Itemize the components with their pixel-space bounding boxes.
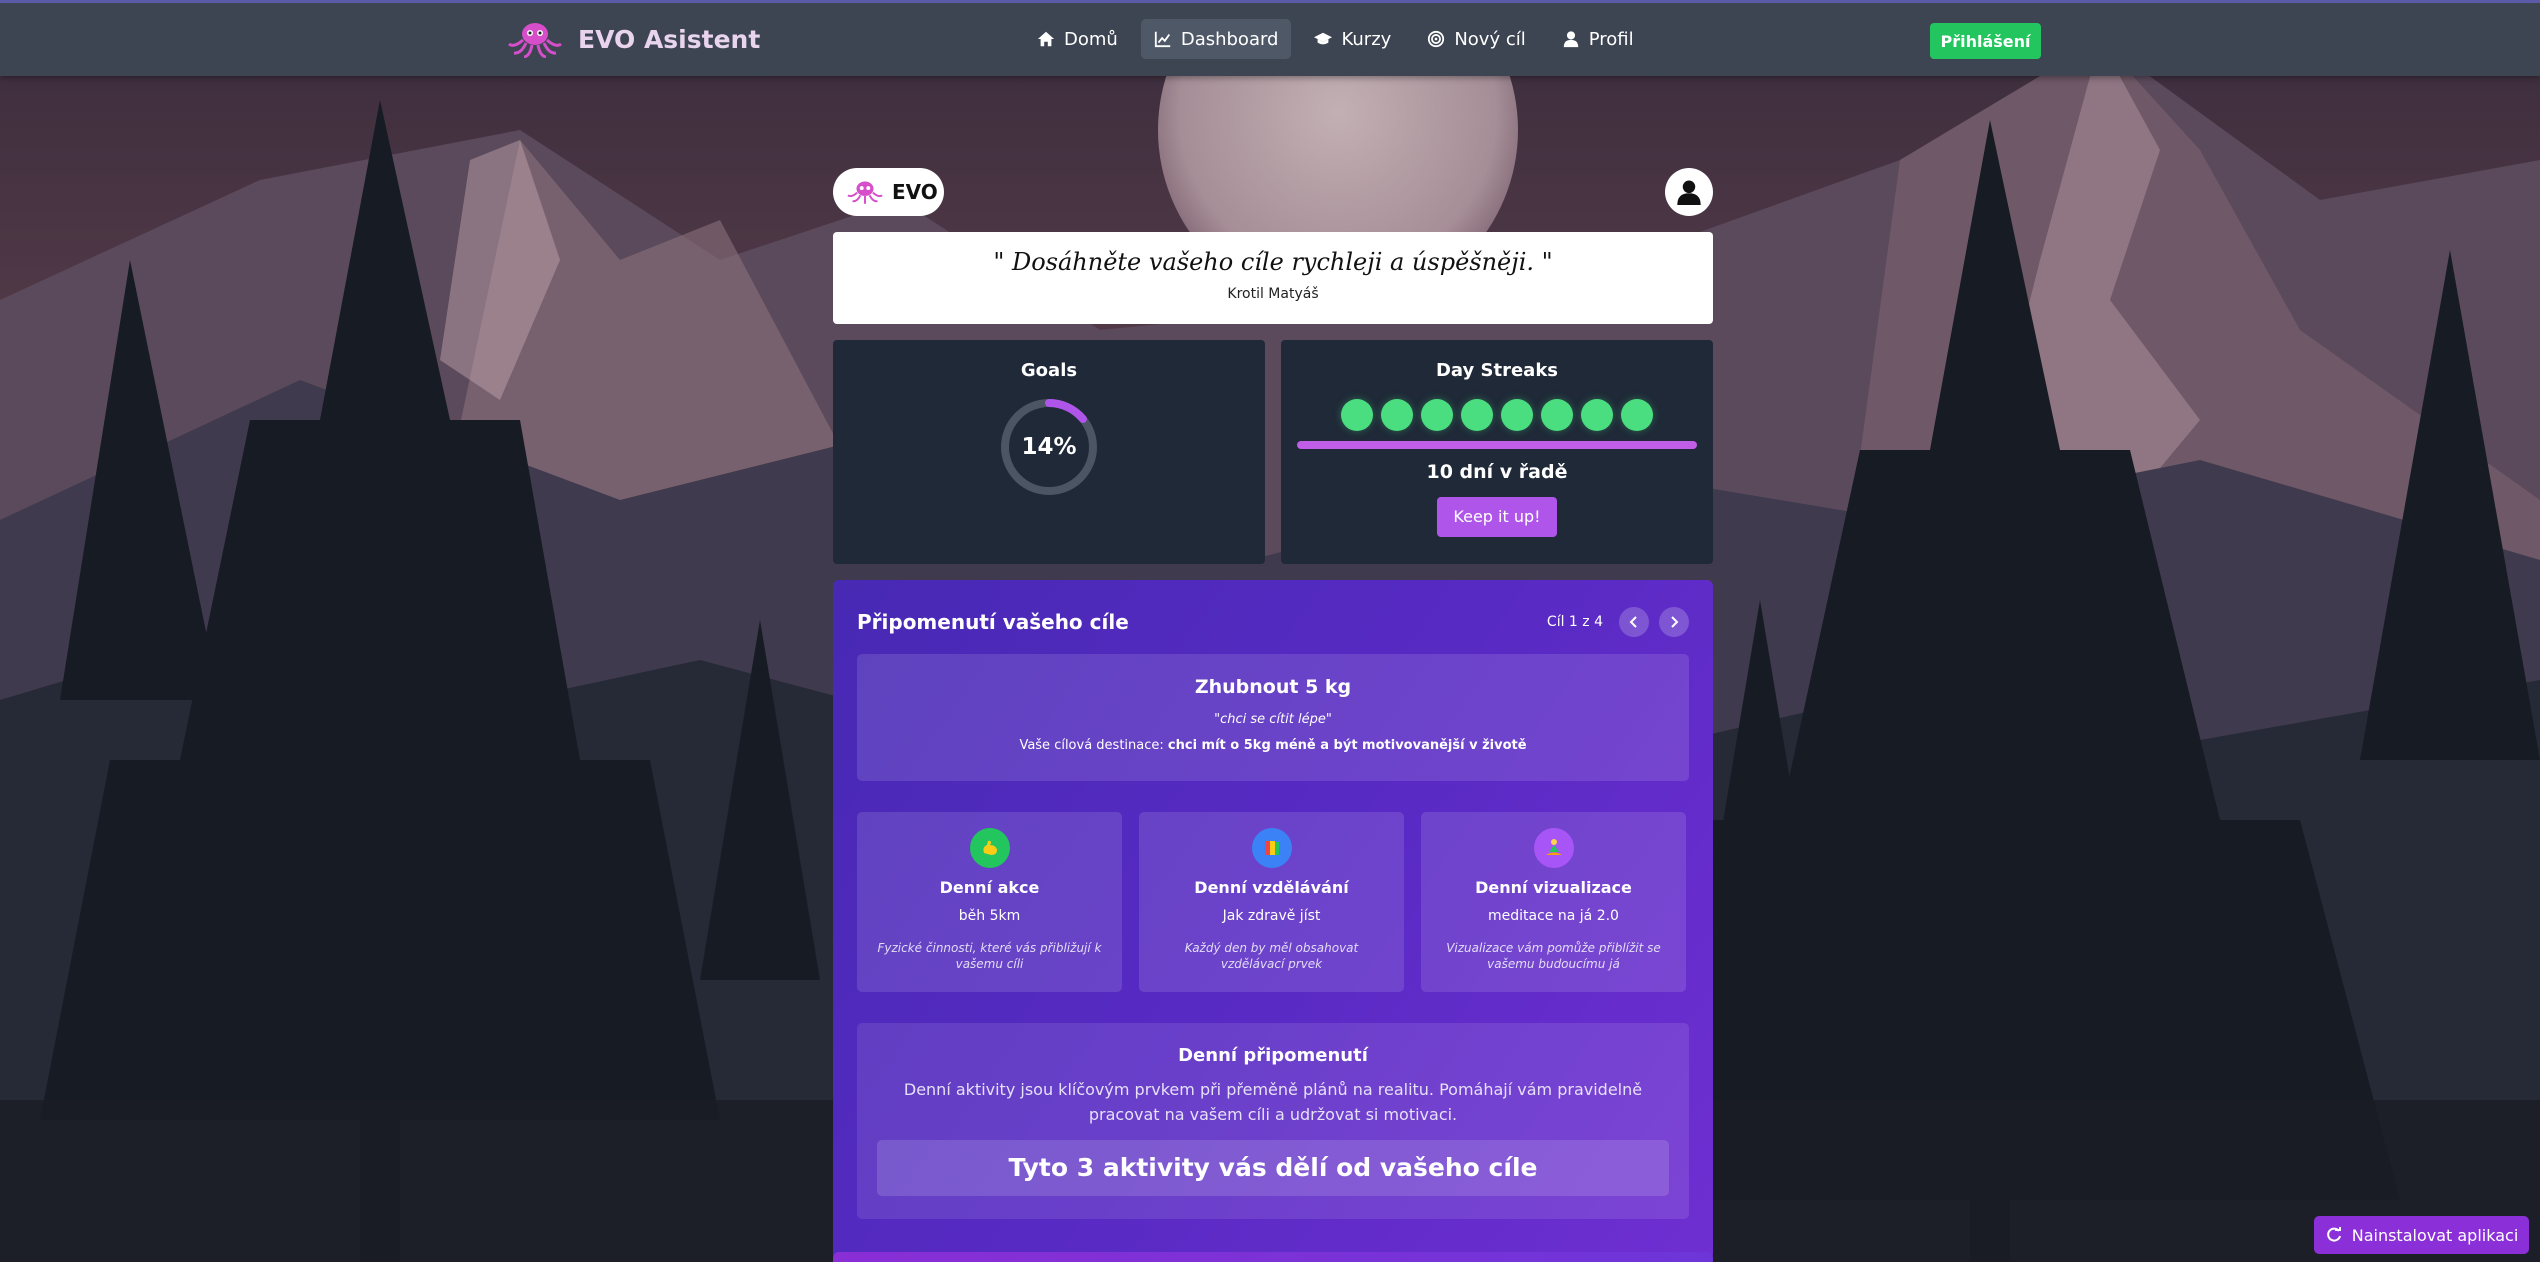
evo-label: EVO — [892, 180, 938, 204]
home-icon — [1037, 31, 1055, 47]
graduation-cap-icon — [1314, 32, 1333, 45]
goal-why: "chci se cítit lépe" — [1214, 712, 1332, 727]
user-icon — [1563, 31, 1578, 48]
streak-dot — [1381, 399, 1413, 431]
install-app-label: Nainstalovat aplikaci — [2351, 1225, 2519, 1245]
install-app-button[interactable]: Nainstalovat aplikaci — [2314, 1216, 2529, 1254]
goal-pager: Cíl 1 z 4 — [1547, 607, 1689, 637]
meditation-icon — [1533, 828, 1574, 868]
user-icon — [1677, 180, 1701, 205]
chart-line-icon — [1154, 31, 1171, 48]
streak-dot — [1341, 399, 1373, 431]
stats-row: Goals 14% Day Streaks 10 dní v řadě Keep… — [833, 340, 1713, 564]
nav-item-label: Domů — [1064, 28, 1118, 50]
octopus-logo-icon — [847, 181, 883, 204]
goals-progress-label: 14% — [1021, 434, 1077, 460]
nav-item-label: Kurzy — [1341, 28, 1392, 50]
quote-card: " Dosáhněte vašeho cíle rychleji a úspěš… — [833, 232, 1713, 324]
keep-it-up-button[interactable]: Keep it up! — [1437, 497, 1557, 537]
daily-reminder-callout: Tyto 3 aktivity vás dělí od vašeho cíle — [877, 1139, 1669, 1196]
header-row: EVO — [833, 168, 1713, 216]
nav-item-dashboard[interactable]: Dashboard — [1140, 19, 1292, 59]
activity-value: meditace na já 2.0 — [1488, 908, 1619, 924]
streak-dot — [1461, 399, 1493, 431]
streak-dot — [1541, 399, 1573, 431]
target-icon — [1428, 30, 1445, 48]
streak-progress-bar — [1297, 441, 1697, 449]
goal-panel-header: Připomenutí vašeho cíle Cíl 1 z 4 — [857, 604, 1689, 640]
goal-destination-prefix: Vaše cílová destinace: — [1019, 738, 1168, 753]
activity-value: Jak zdravě jíst — [1222, 908, 1321, 924]
next-section-panel — [833, 1252, 1713, 1262]
quote-author: Krotil Matyáš — [1227, 286, 1319, 302]
dashboard-main: EVO " Dosáhněte vašeho cíle rychleji a ú… — [833, 168, 1713, 1260]
nav-item-profile[interactable]: Profil — [1549, 19, 1647, 59]
streak-dot — [1581, 399, 1613, 431]
activity-description: Fyzické činnosti, které vás přibližují k… — [877, 941, 1102, 971]
prev-goal-button[interactable] — [1619, 607, 1649, 637]
flexed-biceps-icon — [969, 828, 1010, 868]
streak-dot — [1421, 399, 1453, 431]
daily-activities: Denní akce běh 5km Fyzické činnosti, kte… — [857, 812, 1689, 992]
next-goal-button[interactable] — [1659, 607, 1689, 637]
goal-reminder-panel: Připomenutí vašeho cíle Cíl 1 z 4 Zhubno… — [833, 580, 1713, 1260]
nav-item-home[interactable]: Domů — [1024, 19, 1131, 59]
user-avatar-button[interactable] — [1665, 168, 1713, 216]
chevron-right-icon — [1671, 616, 1679, 628]
activity-card-visualization: Denní vizualizace meditace na já 2.0 Viz… — [1421, 812, 1686, 992]
activity-value: běh 5km — [958, 908, 1021, 924]
goal-name: Zhubnout 5 kg — [1194, 676, 1352, 698]
goals-progress-ring: 14% — [999, 397, 1099, 497]
streak-dots — [1281, 399, 1713, 431]
nav-item-courses[interactable]: Kurzy — [1301, 19, 1404, 59]
goal-destination: Vaše cílová destinace: chci mít o 5kg mé… — [857, 738, 1689, 753]
main-nav: Domů Dashboard Kurzy Nový cíl Profil — [1024, 19, 1647, 59]
refresh-icon — [2326, 1227, 2341, 1242]
top-navbar: EVO Asistent Domů Dashboard Kurzy Nový c… — [0, 0, 2540, 76]
streak-card: Day Streaks 10 dní v řadě Keep it up! — [1281, 340, 1713, 564]
goal-destination-value: chci mít o 5kg méně a být motivovanější … — [1167, 738, 1527, 753]
nav-item-new-goal[interactable]: Nový cíl — [1414, 19, 1538, 59]
daily-reminder: Denní připomenutí Denní aktivity jsou kl… — [857, 1023, 1689, 1219]
activity-description: Každý den by měl obsahovat vzdělávací pr… — [1184, 941, 1359, 971]
activity-card-action: Denní akce běh 5km Fyzické činnosti, kte… — [857, 812, 1122, 992]
evo-badge[interactable]: EVO — [833, 168, 944, 216]
streak-days-text: 10 dní v řadě — [1426, 461, 1568, 483]
nav-item-label: Profil — [1588, 28, 1634, 50]
goal-pager-text: Cíl 1 z 4 — [1546, 614, 1603, 630]
daily-reminder-text: Denní aktivity jsou klíčovým prvkem při … — [903, 1080, 1643, 1124]
brand-logo[interactable]: EVO Asistent — [506, 20, 760, 58]
goals-title: Goals — [1020, 360, 1078, 381]
streak-dot — [1621, 399, 1653, 431]
activity-title: Denní akce — [939, 878, 1040, 897]
quote-text: " Dosáhněte vašeho cíle rychleji a úspěš… — [993, 248, 1553, 276]
goals-card: Goals 14% — [833, 340, 1265, 564]
activity-title: Denní vzdělávání — [1194, 878, 1349, 897]
chevron-left-icon — [1629, 616, 1637, 628]
app-title: EVO Asistent — [578, 24, 761, 54]
streak-title: Day Streaks — [1435, 360, 1559, 381]
nav-item-label: Nový cíl — [1454, 28, 1526, 50]
activity-title: Denní vizualizace — [1475, 878, 1632, 897]
goal-summary: Zhubnout 5 kg "chci se cítit lépe" Vaše … — [857, 654, 1689, 781]
activity-description: Vizualizace vám pomůže přiblížit se vaše… — [1446, 941, 1661, 971]
streak-dot — [1501, 399, 1533, 431]
login-button[interactable]: Přihlášení — [1930, 23, 2041, 59]
daily-reminder-title: Denní připomenutí — [1178, 1045, 1368, 1066]
books-icon — [1251, 828, 1292, 868]
activity-card-education: Denní vzdělávání Jak zdravě jíst Každý d… — [1139, 812, 1404, 992]
goal-panel-title: Připomenutí vašeho cíle — [857, 610, 1129, 634]
nav-item-label: Dashboard — [1180, 28, 1279, 50]
octopus-logo-icon — [508, 23, 562, 58]
